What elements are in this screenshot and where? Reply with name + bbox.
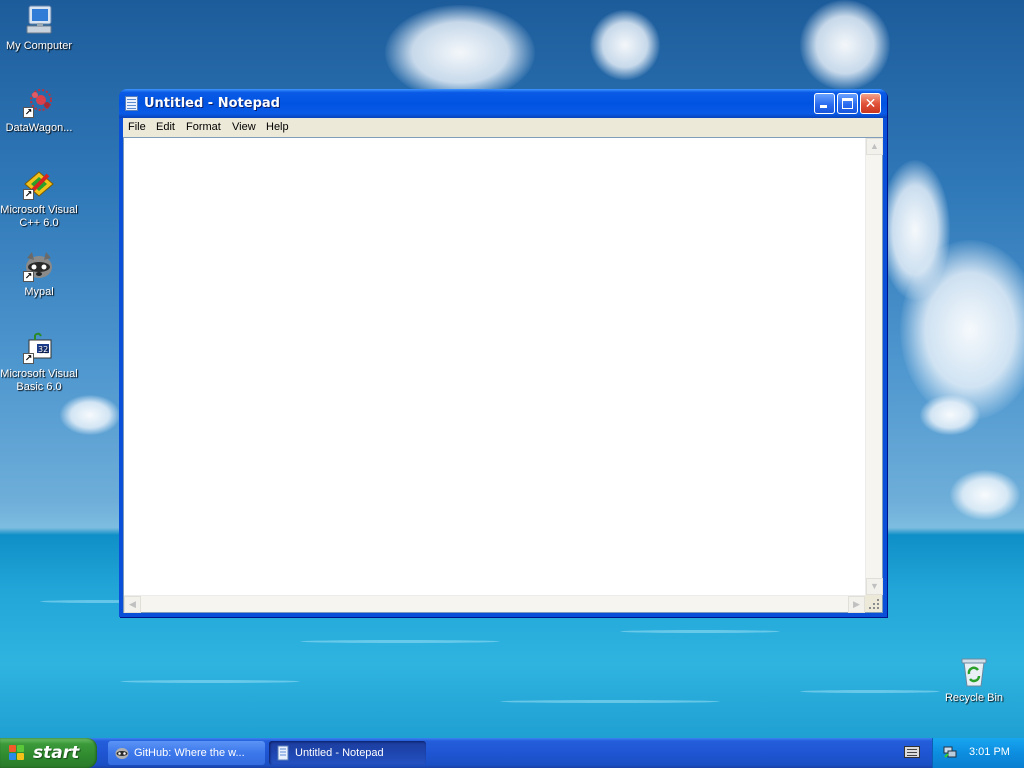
desktop-icon-visual-basic[interactable]: 32 ↗ Microsoft Visual Basic 6.0 (0, 332, 78, 394)
cloud (60, 395, 120, 435)
shortcut-arrow-icon: ↗ (23, 271, 34, 282)
cloud (590, 10, 660, 80)
taskbar-item-notepad[interactable]: Untitled - Notepad (269, 741, 426, 765)
cloud (950, 470, 1020, 520)
menu-help[interactable]: Help (266, 121, 289, 133)
taskbar-item-label: GitHub: Where the w... (134, 747, 245, 759)
text-area[interactable]: ▲ ▼ ◀ ▶ (123, 137, 883, 613)
desktop-icon-recycle-bin[interactable]: Recycle Bin (935, 656, 1013, 705)
my-computer-icon (23, 4, 55, 36)
keyboard-icon[interactable] (904, 746, 920, 758)
desktop-icon-mypal[interactable]: ↗ Mypal (0, 250, 78, 299)
menu-bar: File Edit Format View Help (123, 118, 883, 137)
mypal-icon: ↗ (23, 250, 55, 282)
desktop-icon-label: DataWagon... (5, 122, 73, 134)
scroll-left-button[interactable]: ◀ (124, 596, 141, 613)
window-title: Untitled - Notepad (144, 96, 280, 111)
visual-cpp-icon: ↗ (23, 168, 55, 200)
minimize-button[interactable] (814, 93, 835, 114)
taskbar-item-mypal[interactable]: GitHub: Where the w... (108, 741, 265, 765)
menu-view[interactable]: View (232, 121, 256, 133)
cloud (920, 395, 980, 435)
title-bar[interactable]: Untitled - Notepad ✕ (119, 89, 887, 118)
mypal-icon (114, 745, 130, 761)
wave (500, 700, 720, 703)
minimize-icon (820, 105, 827, 108)
desktop-icon-label: Recycle Bin (944, 692, 1004, 704)
vertical-scrollbar[interactable]: ▲ ▼ (865, 138, 883, 595)
maximize-button[interactable] (837, 93, 858, 114)
cloud (385, 5, 535, 100)
scroll-down-button[interactable]: ▼ (866, 578, 883, 595)
menu-file[interactable]: File (128, 121, 146, 133)
menu-format[interactable]: Format (186, 121, 221, 133)
recycle-bin-icon (958, 656, 990, 688)
visual-basic-icon: 32 ↗ (23, 332, 55, 364)
desktop-icon-label: Mypal (24, 286, 54, 298)
datawagon-icon: ↗ (23, 86, 55, 118)
shortcut-arrow-icon: ↗ (23, 189, 34, 200)
taskbar: start GitHub: Where the w... Untitled - … (0, 738, 1024, 768)
close-button[interactable]: ✕ (860, 93, 881, 114)
wave (300, 640, 500, 643)
cloud (900, 240, 1024, 420)
scroll-up-button[interactable]: ▲ (866, 138, 883, 155)
desktop-icon-label: Microsoft Visual C++ 6.0 (0, 204, 78, 229)
wave (120, 680, 300, 683)
horizontal-scrollbar[interactable]: ◀ ▶ (124, 595, 865, 613)
desktop-icon-my-computer[interactable]: My Computer (0, 4, 78, 53)
taskbar-item-label: Untitled - Notepad (295, 747, 384, 759)
shortcut-arrow-icon: ↗ (23, 353, 34, 364)
resize-grip[interactable] (865, 595, 882, 612)
network-icon[interactable] (943, 745, 957, 759)
menu-edit[interactable]: Edit (156, 121, 175, 133)
notepad-window[interactable]: Untitled - Notepad ✕ File Edit Format Vi… (119, 89, 887, 617)
scroll-right-button[interactable]: ▶ (848, 596, 865, 613)
maximize-icon (842, 98, 853, 109)
wave (620, 630, 780, 633)
close-icon: ✕ (864, 95, 877, 111)
cloud (800, 0, 890, 90)
system-tray: 3:01 PM (932, 738, 1024, 768)
desktop-icon-label: Microsoft Visual Basic 6.0 (0, 368, 78, 393)
wave (800, 690, 940, 693)
desktop-icon-visual-cpp[interactable]: ↗ Microsoft Visual C++ 6.0 (0, 168, 78, 230)
shortcut-arrow-icon: ↗ (23, 107, 34, 118)
notepad-icon (125, 96, 138, 111)
notepad-icon (275, 745, 291, 761)
desktop-icon-label: My Computer (5, 40, 73, 52)
desktop: My Computer ↗ DataWagon... ↗ Microsoft V… (0, 0, 1024, 738)
windows-logo-icon (9, 745, 26, 761)
start-label: start (33, 743, 80, 763)
start-button[interactable]: start (0, 738, 97, 768)
svg-text:32: 32 (38, 345, 48, 354)
clock[interactable]: 3:01 PM (969, 746, 1010, 758)
desktop-icon-datawagon[interactable]: ↗ DataWagon... (0, 86, 78, 135)
